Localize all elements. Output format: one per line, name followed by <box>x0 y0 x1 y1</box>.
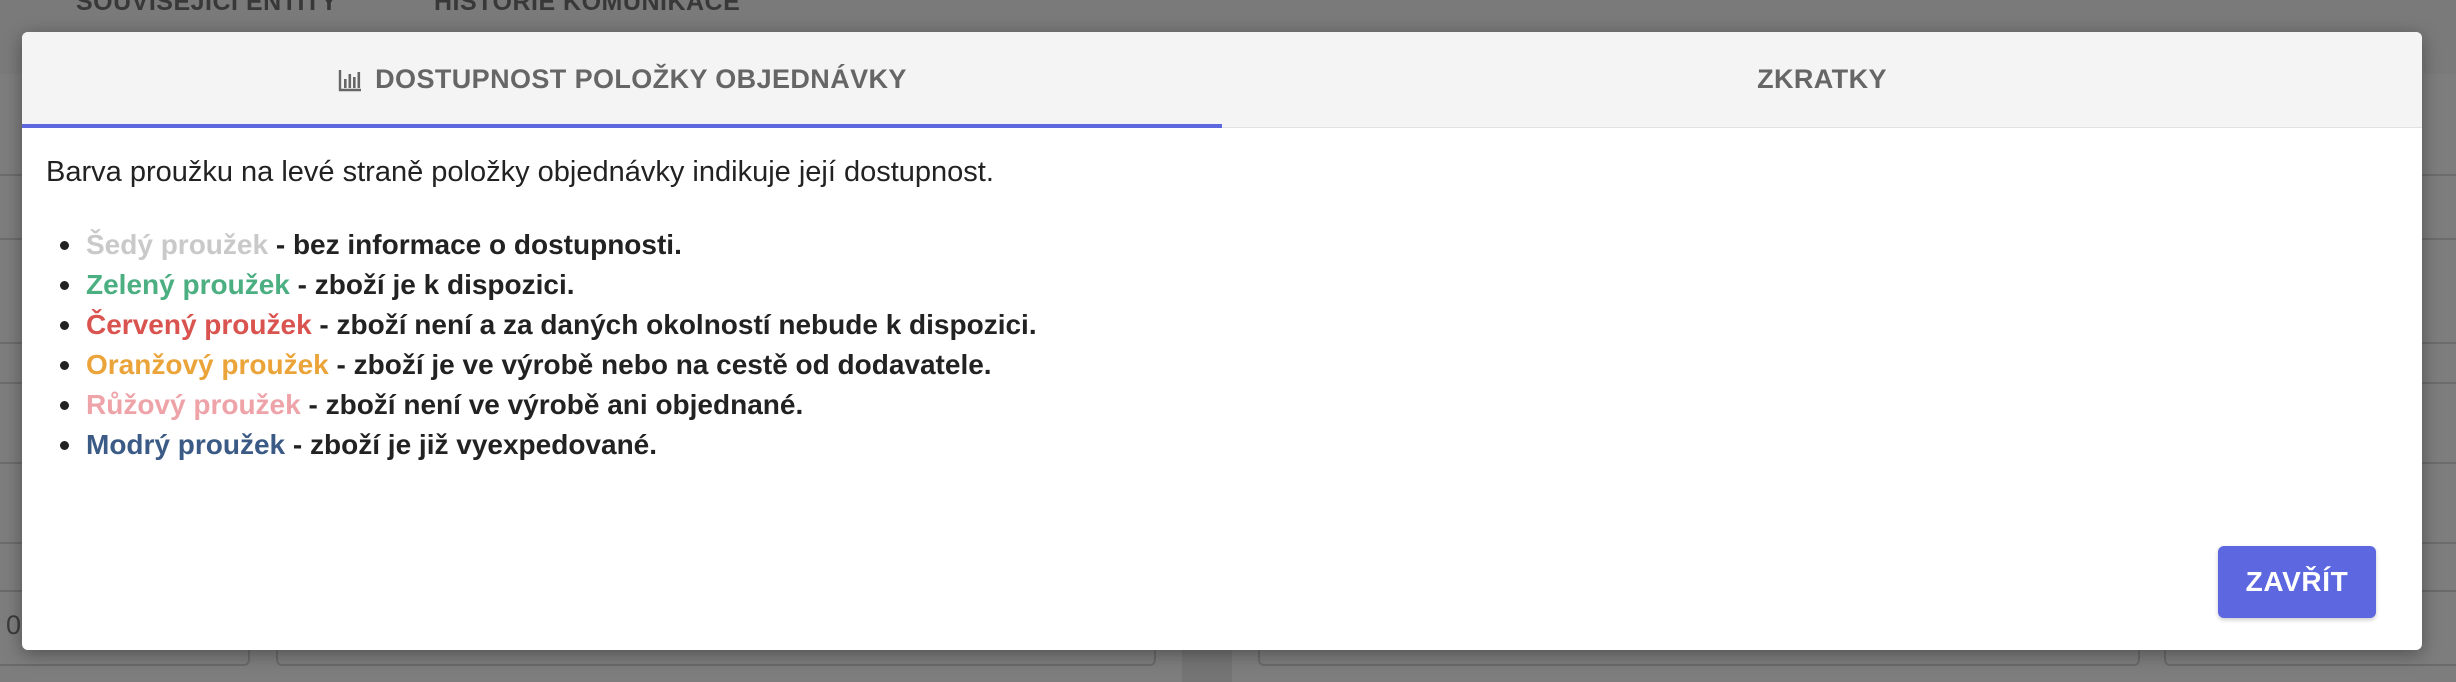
legend-item-green: Zelený proužek - zboží je k dispozici. <box>60 265 2398 305</box>
legend-item-blue: Modrý proužek - zboží je již vyexpedovan… <box>60 425 2398 465</box>
stripe-name: Zelený proužek <box>86 269 290 300</box>
stripe-name: Oranžový proužek <box>86 349 329 380</box>
stripe-description: - zboží není a za daných okolností nebud… <box>311 309 1037 340</box>
stripe-description: - zboží není ve výrobě ani objednané. <box>300 389 804 420</box>
stripe-name: Růžový proužek <box>86 389 301 420</box>
tab-label: ZKRATKY <box>1757 64 1887 94</box>
stripe-name: Šedý proužek <box>86 229 269 260</box>
stripe-description: - zboží je k dispozici. <box>289 269 575 300</box>
tab-order-item-availability[interactable]: DOSTUPNOST POLOŽKY OBJEDNÁVKY <box>22 32 1222 128</box>
dialog-content: Barva proužku na levé straně položky obj… <box>22 128 2422 465</box>
close-button[interactable]: ZAVŘÍT <box>2218 546 2376 618</box>
bullet <box>60 240 69 250</box>
availability-legend: Šedý proužek - bez informace o dostupnos… <box>46 225 2398 465</box>
bullet <box>60 280 69 290</box>
tab-label: DOSTUPNOST POLOŽKY OBJEDNÁVKY <box>375 64 907 94</box>
stripe-name: Modrý proužek <box>86 429 286 460</box>
bullet <box>60 400 69 410</box>
stripe-description: - bez informace o dostupnosti. <box>268 229 682 260</box>
tab-shortcuts[interactable]: ZKRATKY <box>1222 32 2422 127</box>
bar-chart-icon <box>338 69 362 91</box>
legend-item-grey: Šedý proužek - bez informace o dostupnos… <box>60 225 2398 265</box>
background-tab-communication-history: HISTORIE KOMUNIKACE <box>434 0 741 16</box>
stripe-name: Červený proužek <box>86 309 312 340</box>
stripe-description: - zboží je již vyexpedované. <box>285 429 658 460</box>
stripe-description: - zboží je ve výrobě nebo na cestě od do… <box>328 349 992 380</box>
background-tab-related-entities: SOUVISEJÍCÍ ENTITY <box>76 0 338 16</box>
dialog-tab-bar: DOSTUPNOST POLOŽKY OBJEDNÁVKY ZKRATKY <box>22 32 2422 128</box>
availability-help-dialog: DOSTUPNOST POLOŽKY OBJEDNÁVKY ZKRATKY Ba… <box>22 32 2422 650</box>
bullet <box>60 440 69 450</box>
legend-item-red: Červený proužek - zboží není a za daných… <box>60 305 2398 345</box>
legend-item-orange: Oranžový proužek - zboží je ve výrobě ne… <box>60 345 2398 385</box>
background-partial-value: 0 <box>6 610 22 640</box>
bullet <box>60 320 69 330</box>
intro-text: Barva proužku na levé straně položky obj… <box>46 156 994 188</box>
bullet <box>60 360 69 370</box>
legend-item-pink: Růžový proužek - zboží není ve výrobě an… <box>60 385 2398 425</box>
